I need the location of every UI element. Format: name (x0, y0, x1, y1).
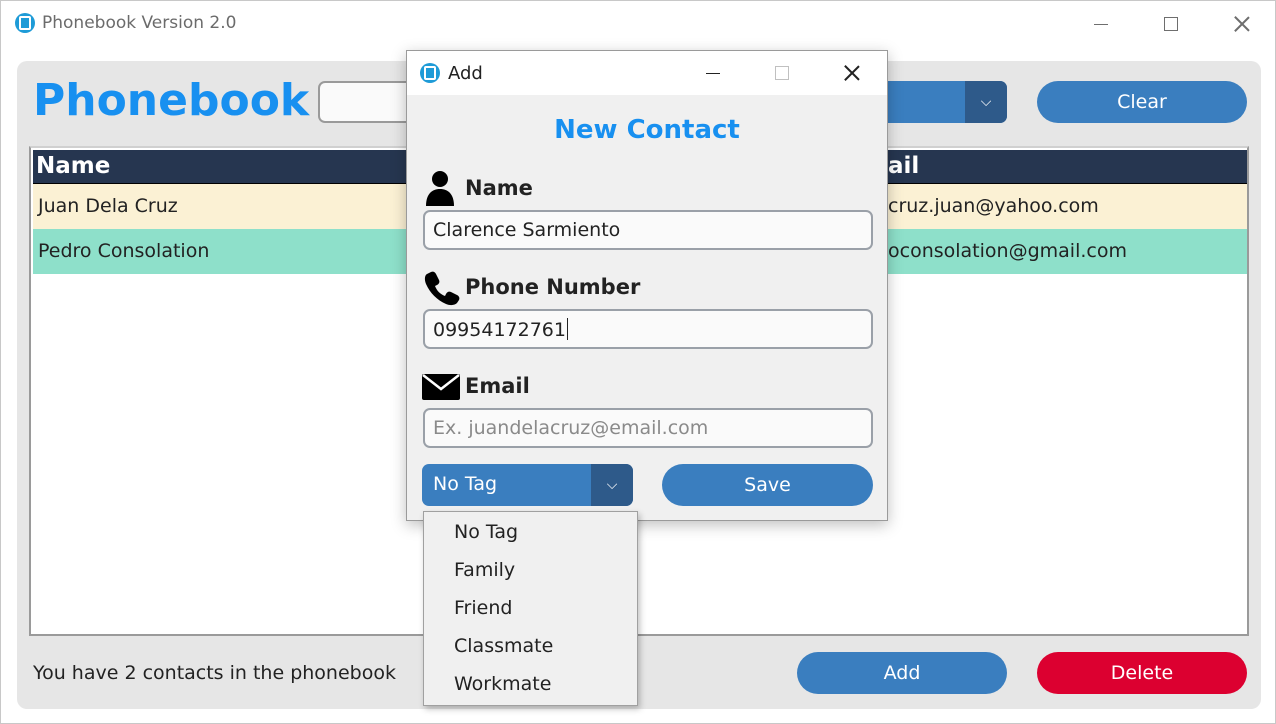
app-icon (15, 13, 35, 33)
phone-icon (424, 271, 460, 306)
phone-field[interactable]: 09954172761 (423, 309, 873, 349)
column-header-email[interactable]: ail (888, 153, 919, 179)
person-icon (426, 171, 454, 206)
tag-select-value: No Tag (433, 473, 498, 495)
window-title: Phonebook Version 2.0 (42, 13, 237, 33)
chevron-down-icon[interactable]: ⌵ (965, 81, 1007, 123)
close-icon (844, 65, 860, 81)
phone-label: Phone Number (465, 275, 641, 299)
cell-name: Juan Dela Cruz (38, 195, 178, 217)
dropdown-option-family[interactable]: Family (454, 559, 515, 581)
save-button[interactable]: Save (662, 464, 873, 506)
name-field[interactable]: Clarence Sarmiento (423, 210, 873, 250)
add-button[interactable]: Add (797, 652, 1007, 694)
tag-dropdown-list: No Tag Family Friend Classmate Workmate (423, 511, 638, 706)
text-caret (566, 318, 568, 340)
app-icon (420, 63, 440, 83)
column-header-name[interactable]: Name (36, 153, 110, 179)
chevron-down-icon[interactable]: ⌵ (591, 464, 633, 506)
close-icon (1234, 16, 1250, 32)
dialog-title: Add (448, 63, 483, 84)
close-button[interactable] (1219, 7, 1265, 41)
add-contact-dialog: Add New Contact Name Clarence Sarmiento … (406, 50, 888, 521)
envelope-icon (422, 374, 460, 400)
dropdown-option-classmate[interactable]: Classmate (454, 635, 553, 657)
email-label: Email (465, 374, 530, 398)
window-titlebar[interactable]: Phonebook Version 2.0 (1, 1, 1275, 46)
minimize-button[interactable] (1078, 7, 1124, 41)
cell-email: cruz.juan@yahoo.com (888, 195, 1099, 217)
maximize-icon (775, 66, 789, 80)
minimize-icon (1094, 23, 1108, 25)
dialog-minimize-button[interactable] (690, 57, 736, 89)
dropdown-option-friend[interactable]: Friend (454, 597, 512, 619)
app-heading: Phonebook (33, 75, 310, 126)
name-label: Name (465, 176, 533, 200)
tag-select[interactable]: No Tag ⌵ (422, 464, 633, 506)
phone-field-value: 09954172761 (433, 319, 566, 341)
maximize-button[interactable] (1148, 7, 1194, 41)
email-field[interactable]: Ex. juandelacruz@email.com (423, 408, 873, 448)
maximize-icon (1164, 17, 1178, 31)
cell-name: Pedro Consolation (38, 240, 210, 262)
clear-button[interactable]: Clear (1037, 81, 1247, 123)
contact-count-status: You have 2 contacts in the phonebook (33, 662, 396, 684)
delete-button[interactable]: Delete (1037, 652, 1247, 694)
minimize-icon (706, 72, 720, 74)
dropdown-option-workmate[interactable]: Workmate (454, 673, 551, 695)
filter-select[interactable]: ⌵ (871, 81, 1007, 123)
dialog-close-button[interactable] (829, 57, 875, 89)
cell-email: oconsolation@gmail.com (888, 240, 1127, 262)
dialog-maximize-button (759, 57, 805, 89)
dialog-heading: New Contact (554, 115, 740, 145)
dropdown-option-no-tag[interactable]: No Tag (454, 521, 518, 543)
dialog-titlebar[interactable]: Add (407, 51, 887, 95)
